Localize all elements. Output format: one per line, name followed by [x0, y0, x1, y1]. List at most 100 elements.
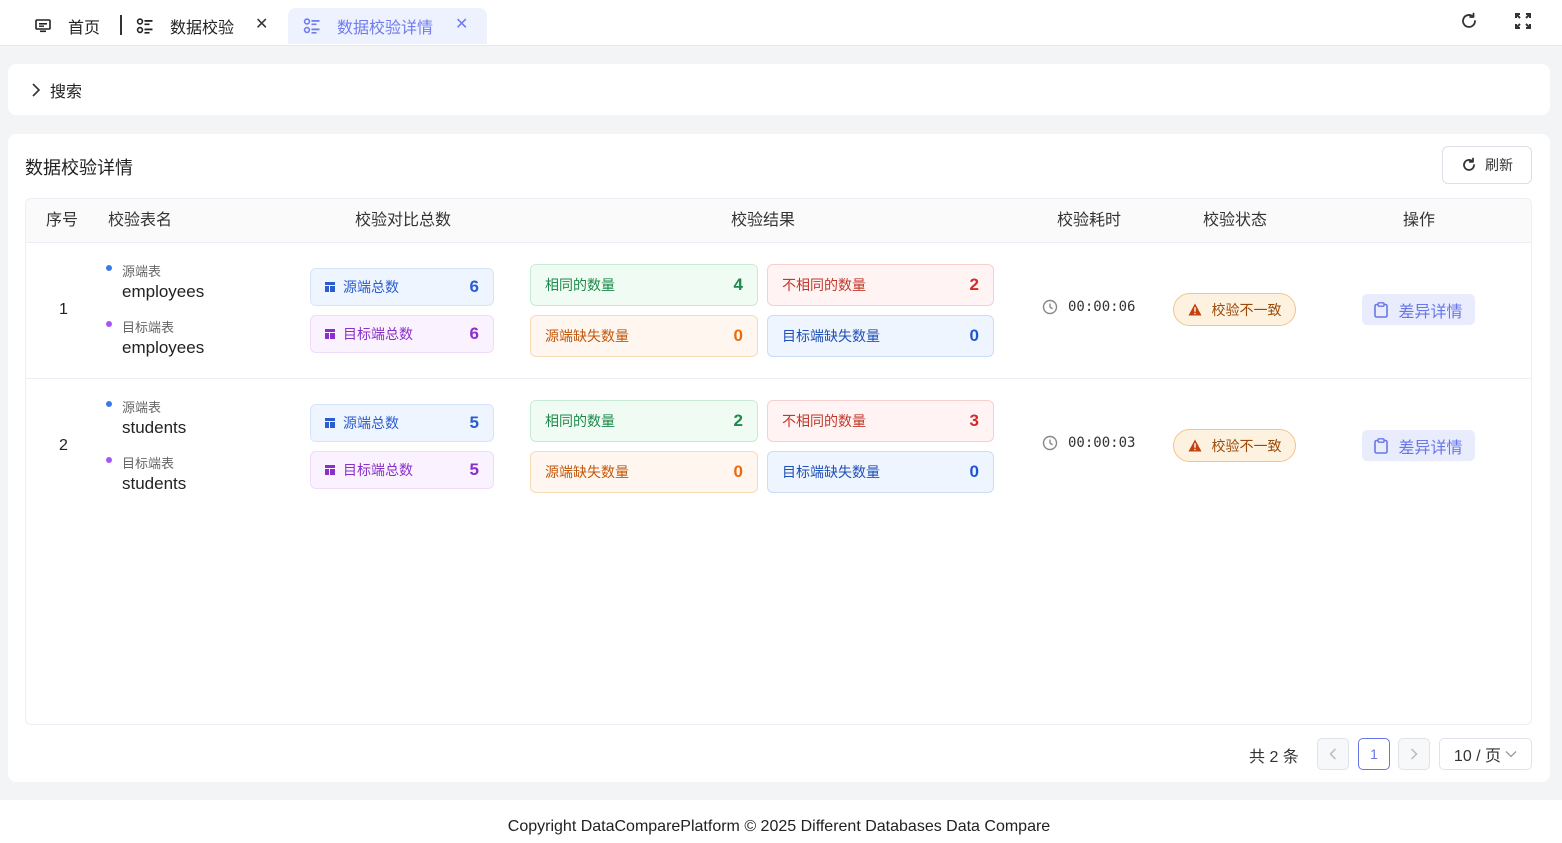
source-table-label: 源端表: [122, 264, 162, 279]
header-duration: 校验耗时: [1057, 212, 1122, 229]
status-badge: 校验不一致: [1173, 429, 1296, 462]
table-icon: [325, 329, 335, 339]
page-size-select[interactable]: 10 / 页: [1439, 738, 1532, 770]
source-total-value: 6: [469, 277, 479, 296]
tab-home[interactable]: 首页: [34, 8, 100, 44]
table-row: 2 源端表 students 目标端表 students 源端总数 5 目标端总…: [26, 379, 1531, 515]
target-missing-label: 目标端缺失数量: [782, 328, 880, 344]
source-total-label: 源端总数: [343, 415, 399, 431]
target-missing-label: 目标端缺失数量: [782, 464, 880, 480]
monitor-icon: [34, 17, 52, 35]
source-total-label: 源端总数: [343, 279, 399, 295]
chevron-left-icon: [1329, 748, 1337, 760]
row-index: 2: [59, 437, 68, 454]
target-table-label: 目标端表: [122, 320, 175, 335]
next-page-button[interactable]: [1398, 738, 1430, 770]
source-missing-pill: 源端缺失数量 0: [530, 315, 758, 357]
refresh-button[interactable]: 刷新: [1442, 146, 1532, 184]
duration: 00:00:06: [1042, 299, 1135, 315]
status-label: 校验不一致: [1211, 301, 1282, 318]
source-missing-label: 源端缺失数量: [545, 328, 629, 344]
target-total-label: 目标端总数: [343, 326, 413, 342]
header-total: 校验对比总数: [355, 212, 452, 229]
source-missing-pill: 源端缺失数量 0: [530, 451, 758, 493]
list-icon: [303, 17, 321, 35]
diff-count-label: 不相同的数量: [782, 413, 866, 429]
search-panel-label: 搜索: [50, 83, 83, 101]
source-dot: [106, 264, 112, 271]
chevron-right-icon: [1410, 748, 1418, 760]
source-table-name: employees: [122, 282, 205, 301]
same-count-pill: 相同的数量 4: [530, 264, 758, 306]
diff-detail-button[interactable]: 差异详情: [1362, 430, 1475, 461]
target-total-value: 6: [469, 324, 479, 343]
page-1-button[interactable]: 1: [1358, 738, 1390, 770]
clock-icon: [1042, 435, 1058, 451]
close-icon[interactable]: ✕: [255, 15, 268, 35]
target-dot: [106, 456, 112, 463]
table-icon: [325, 465, 335, 475]
footer: Copyright DataComparePlatform © 2025 Dif…: [0, 800, 1562, 843]
target-missing-pill: 目标端缺失数量 0: [767, 315, 994, 357]
target-table-name: employees: [122, 338, 205, 357]
tab-separator: [120, 15, 122, 35]
search-panel[interactable]: 搜索: [8, 64, 1550, 115]
tab-home-label: 首页: [68, 20, 101, 37]
target-total-pill: 目标端总数 5: [310, 451, 494, 489]
same-count-value: 4: [733, 275, 743, 294]
header-index: 序号: [46, 212, 79, 229]
diff-detail-label: 差异详情: [1398, 439, 1463, 457]
page-title: 数据校验详情: [25, 158, 133, 178]
clipboard-icon: [1374, 301, 1389, 318]
header-result: 校验结果: [731, 212, 796, 229]
diff-detail-button[interactable]: 差异详情: [1362, 294, 1475, 325]
fullscreen-icon[interactable]: [1512, 10, 1534, 32]
copyright-text: Copyright DataComparePlatform © 2025 Dif…: [507, 818, 1051, 835]
source-missing-value: 0: [733, 462, 743, 481]
warning-icon: [1188, 439, 1201, 452]
source-total-value: 5: [469, 413, 479, 432]
table-header: 序号 校验表名 校验对比总数 校验结果 校验耗时 校验状态 操作: [26, 199, 1531, 243]
chevron-down-icon: [1505, 751, 1517, 758]
clock-icon: [1042, 299, 1058, 315]
source-dot: [106, 400, 112, 407]
source-table-label: 源端表: [122, 400, 162, 415]
header-table-name: 校验表名: [108, 212, 173, 229]
pagination-total: 共 2 条: [1249, 749, 1299, 766]
diff-count-pill: 不相同的数量 3: [767, 400, 994, 442]
source-total-pill: 源端总数 5: [310, 404, 494, 442]
status-label: 校验不一致: [1211, 437, 1282, 454]
close-icon[interactable]: ✕: [455, 15, 468, 35]
refresh-icon: [1463, 157, 1475, 171]
target-total-label: 目标端总数: [343, 462, 413, 478]
tab-data-check-detail-label: 数据校验详情: [337, 20, 434, 37]
table-icon: [325, 418, 335, 428]
clipboard-icon: [1374, 437, 1389, 454]
diff-count-pill: 不相同的数量 2: [767, 264, 994, 306]
target-table-info: 目标端表 employees: [106, 317, 204, 358]
detail-card: 数据校验详情 刷新 序号 校验表名 校验对比总数 校验结果 校验耗时 校验状态 …: [8, 134, 1550, 782]
source-missing-label: 源端缺失数量: [545, 464, 629, 480]
same-count-pill: 相同的数量 2: [530, 400, 758, 442]
duration-value: 00:00:06: [1068, 299, 1136, 315]
reload-icon[interactable]: [1458, 10, 1480, 32]
source-table-name: students: [122, 418, 187, 437]
target-table-info: 目标端表 students: [106, 453, 186, 494]
diff-count-label: 不相同的数量: [782, 277, 866, 293]
target-dot: [106, 320, 112, 327]
check-detail-table: 序号 校验表名 校验对比总数 校验结果 校验耗时 校验状态 操作 1 源端表 e…: [25, 198, 1532, 725]
diff-count-value: 2: [969, 275, 979, 294]
tab-data-check-label: 数据校验: [170, 20, 235, 37]
same-count-value: 2: [733, 411, 743, 430]
tab-data-check[interactable]: 数据校验: [136, 8, 234, 44]
diff-count-value: 3: [969, 411, 979, 430]
source-table-info: 源端表 employees: [106, 261, 204, 302]
diff-detail-label: 差异详情: [1398, 303, 1463, 321]
chevron-right-icon: [28, 82, 44, 98]
prev-page-button[interactable]: [1317, 738, 1349, 770]
same-count-label: 相同的数量: [545, 413, 615, 429]
target-missing-value: 0: [969, 326, 979, 345]
source-table-info: 源端表 students: [106, 397, 186, 438]
source-missing-value: 0: [733, 326, 743, 345]
target-total-value: 5: [469, 460, 479, 479]
